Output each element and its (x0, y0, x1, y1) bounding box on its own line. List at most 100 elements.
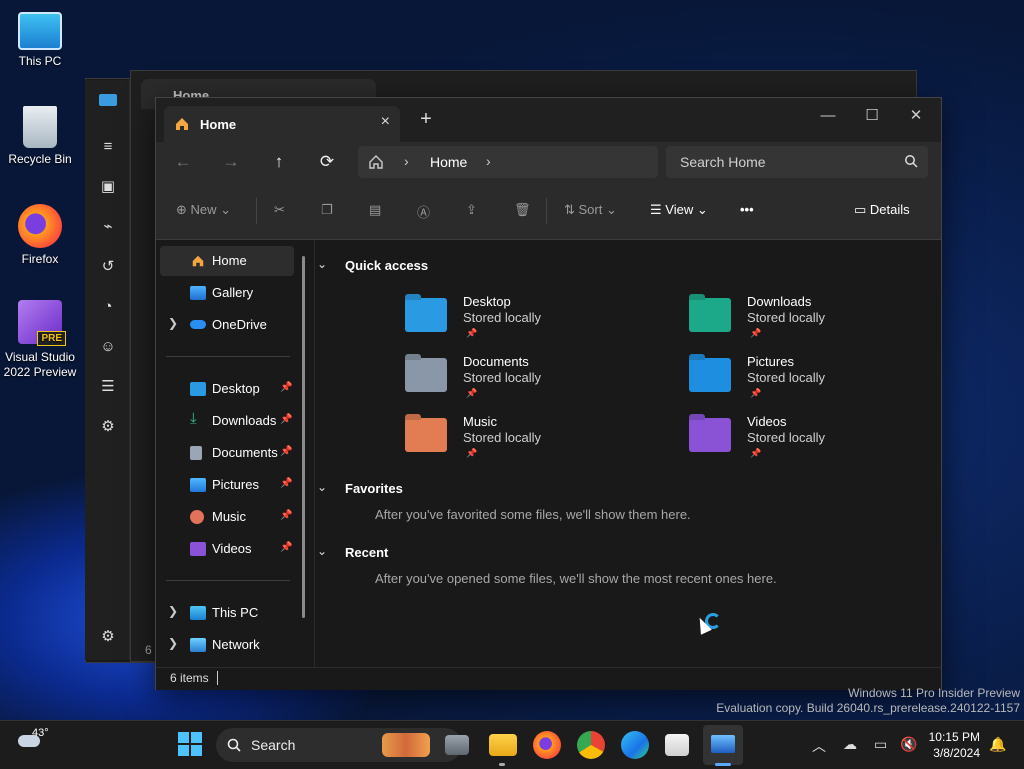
chrome-taskbar-icon[interactable] (577, 731, 605, 759)
quick-access-music[interactable]: Music Stored locally 📌 (405, 414, 675, 470)
new-tab-button[interactable]: + (414, 108, 438, 131)
list-icon[interactable]: ☰ (99, 378, 117, 396)
folder-name: Downloads (747, 294, 812, 309)
divider (546, 198, 547, 224)
taskbar-search[interactable]: Search (216, 728, 462, 762)
quick-access-videos[interactable]: Videos Stored locally 📌 (689, 414, 959, 470)
nav-item-gallery[interactable]: Gallery (160, 278, 294, 308)
desktop-icon-visual-studio[interactable]: PRE Visual Studio 2022 Preview (0, 300, 80, 380)
firefox-taskbar-icon[interactable] (533, 731, 561, 759)
pin-icon: 📌 (280, 382, 293, 393)
weather-widget[interactable]: 43° (18, 727, 49, 751)
expand-chevron-icon[interactable]: ❯ (168, 636, 178, 650)
active-app-taskbar-button[interactable] (703, 725, 743, 765)
collapse-chevron-icon[interactable]: ⌄ (317, 544, 327, 558)
new-button[interactable]: ⊕ New ⌄ (176, 202, 231, 218)
show-hidden-icons-chevron[interactable]: ︿ (812, 736, 826, 756)
settings-gear-icon[interactable]: ⚙ (99, 628, 117, 646)
start-button[interactable] (177, 731, 205, 759)
volume-muted-icon[interactable]: 🔇 (900, 736, 917, 753)
maximize-button[interactable]: ☐ (850, 102, 894, 130)
file-explorer-taskbar-icon[interactable] (489, 734, 517, 756)
pin-icon: 📌 (280, 542, 293, 553)
cloud-sync-off-icon[interactable]: ☁ (843, 736, 857, 753)
chevron-right-icon[interactable]: › (486, 153, 491, 169)
share-icon[interactable]: ⇪ (466, 202, 477, 218)
nav-item-home[interactable]: Home (160, 246, 294, 276)
home-icon (192, 255, 204, 267)
home-outline-icon (369, 155, 383, 169)
microsoft-store-icon[interactable] (665, 734, 689, 756)
more-options-button[interactable]: ••• (740, 202, 754, 217)
desktop-icon-label: This PC (18, 54, 62, 68)
photos-icon[interactable] (99, 94, 117, 106)
desktop-icon-recycle-bin[interactable]: Recycle Bin (0, 106, 80, 167)
chevron-right-icon[interactable]: › (404, 153, 409, 169)
section-quick-access[interactable]: ⌄ Quick access (317, 257, 428, 273)
taskbar-clock[interactable]: 10:15 PM 3/8/2024 (929, 729, 980, 761)
edge-taskbar-icon[interactable] (621, 731, 649, 759)
nav-item-desktop[interactable]: Desktop 📌 (160, 374, 294, 404)
activity-icon[interactable]: ⌁ (99, 218, 117, 236)
desktop-icon-label: Recycle Bin (8, 152, 72, 166)
close-tab-icon[interactable]: × (381, 113, 390, 131)
collapse-chevron-icon[interactable]: ⌄ (317, 480, 327, 494)
breadcrumb-home[interactable]: Home (430, 154, 467, 170)
close-window-button[interactable]: ✕ (894, 102, 938, 130)
this-pc-icon (190, 606, 206, 620)
search-box[interactable]: Search Home (666, 146, 928, 178)
expand-chevron-icon[interactable]: ❯ (168, 316, 178, 330)
desktop-icon-this-pc[interactable]: This PC (0, 8, 80, 69)
task-view-icon[interactable] (445, 735, 469, 755)
hamburger-menu-icon[interactable]: ≡ (99, 138, 117, 156)
speedometer-icon[interactable]: ◔ (99, 298, 117, 316)
address-bar[interactable]: › Home › (358, 146, 658, 178)
desktop-icon-label: Firefox (21, 252, 59, 266)
nav-item-network[interactable]: ❯ Network (160, 630, 294, 660)
services-icon[interactable]: ⚙ (99, 418, 117, 436)
tab-home[interactable]: Home × (164, 106, 400, 142)
quick-access-documents[interactable]: Documents Stored locally 📌 (405, 354, 675, 410)
nav-item-pictures[interactable]: Pictures 📌 (160, 470, 294, 500)
section-favorites[interactable]: ⌄ Favorites (317, 480, 403, 496)
nav-item-music[interactable]: Music 📌 (160, 502, 294, 532)
network-display-icon[interactable]: ▭ (874, 736, 887, 753)
view-button[interactable]: ☰ View ⌄ (650, 202, 708, 218)
refresh-button[interactable]: ⟳ (312, 148, 342, 176)
divider (166, 580, 290, 581)
paste-icon[interactable]: ▤ (369, 202, 381, 218)
up-button[interactable]: ↑ (264, 148, 294, 176)
pin-icon: 📌 (466, 388, 478, 398)
minimize-button[interactable]: — (806, 102, 850, 130)
history-icon[interactable]: ↺ (99, 258, 117, 276)
back-button[interactable]: ← (168, 148, 198, 176)
nav-item-onedrive[interactable]: ❯ OneDrive (160, 310, 294, 340)
copy-icon[interactable]: ❐ (321, 202, 333, 218)
notification-bell-icon[interactable]: 🔔 (989, 736, 1006, 753)
sort-button[interactable]: ⇅ Sort ⌄ (564, 202, 617, 218)
delete-icon[interactable]: 🗑 (514, 202, 531, 218)
music-folder-icon (405, 418, 447, 452)
weather-temperature: 43° (32, 727, 49, 739)
forward-button[interactable]: → (216, 148, 246, 176)
nav-item-documents[interactable]: Documents 📌 (160, 438, 294, 468)
nav-item-videos[interactable]: Videos 📌 (160, 534, 294, 564)
nav-item-this-pc[interactable]: ❯ This PC (160, 598, 294, 628)
rename-icon[interactable]: Ⓐ (417, 202, 430, 221)
nav-item-label: This PC (212, 605, 259, 620)
quick-access-pictures[interactable]: Pictures Stored locally 📌 (689, 354, 959, 410)
details-button[interactable]: ▭ Details (854, 202, 910, 218)
file-explorer-window[interactable]: Home × + — ☐ ✕ ← → ↑ ⟳ › Home › Search H… (155, 97, 942, 690)
cut-icon[interactable]: ✂ (274, 202, 285, 218)
nav-item-downloads[interactable]: ⤓ Downloads 📌 (160, 406, 294, 436)
quick-access-desktop[interactable]: Desktop Stored locally 📌 (405, 294, 675, 350)
dashboard-icon[interactable]: ▣ (99, 178, 117, 196)
expand-chevron-icon[interactable]: ❯ (168, 604, 178, 618)
background-app-sidebar: ≡ ▣ ⌁ ↺ ◔ ☺ ☰ ⚙ ⚙ (85, 80, 130, 660)
desktop-icon-firefox[interactable]: Firefox (0, 204, 80, 267)
nav-pane-scrollbar[interactable] (302, 256, 305, 618)
quick-access-downloads[interactable]: Downloads Stored locally 📌 (689, 294, 959, 350)
collapse-chevron-icon[interactable]: ⌄ (317, 257, 327, 271)
section-recent[interactable]: ⌄ Recent (317, 544, 388, 560)
users-icon[interactable]: ☺ (99, 338, 117, 356)
